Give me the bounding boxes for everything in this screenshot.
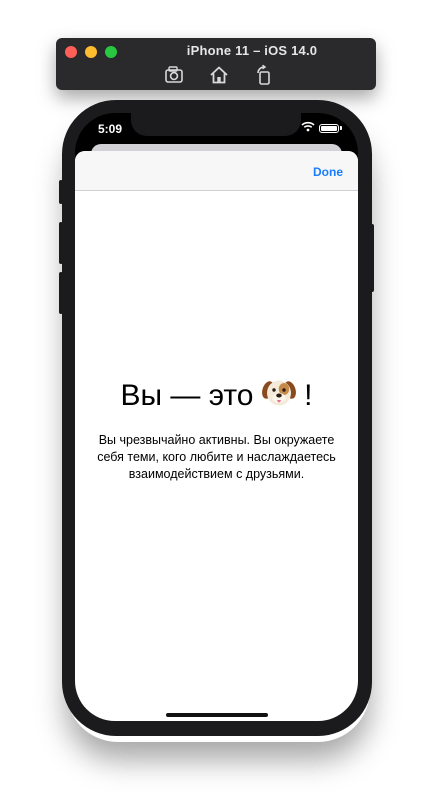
device-screen: 5:09 Done Вы — это ! Вы чрезвычайно акти… (75, 113, 358, 721)
headline-exclamation: ! (304, 379, 313, 412)
zoom-window-button[interactable] (105, 46, 117, 58)
simulator-toolbar (56, 64, 376, 86)
modal-sheet: Done Вы — это ! Вы чрезвычайно активны. … (75, 151, 358, 721)
stage: iPhone 11 – iOS 14.0 5:09 Done Вы — это … (0, 0, 432, 809)
dog-face-icon (261, 377, 296, 417)
battery-tip (340, 126, 342, 130)
close-window-button[interactable] (65, 46, 77, 58)
status-icons (301, 119, 342, 137)
notch (131, 113, 301, 136)
wifi-icon (301, 119, 315, 137)
home-indicator (166, 713, 268, 717)
simulator-title: iPhone 11 – iOS 14.0 (186, 43, 318, 58)
headline-text: Вы — это (120, 379, 254, 412)
result-headline: Вы — это ! (75, 377, 358, 417)
done-button[interactable]: Done (313, 165, 343, 179)
home-icon[interactable] (208, 64, 230, 86)
status-time: 5:09 (98, 122, 123, 136)
rotate-icon[interactable] (253, 64, 275, 86)
navigation-bar: Done (75, 151, 358, 191)
battery-icon (319, 123, 339, 133)
simulator-titlebar: iPhone 11 – iOS 14.0 (56, 38, 376, 90)
result-description: Вы чрезвычайно активны. Вы окружаете себ… (97, 433, 336, 481)
minimize-window-button[interactable] (85, 46, 97, 58)
screenshot-icon[interactable] (163, 64, 185, 86)
